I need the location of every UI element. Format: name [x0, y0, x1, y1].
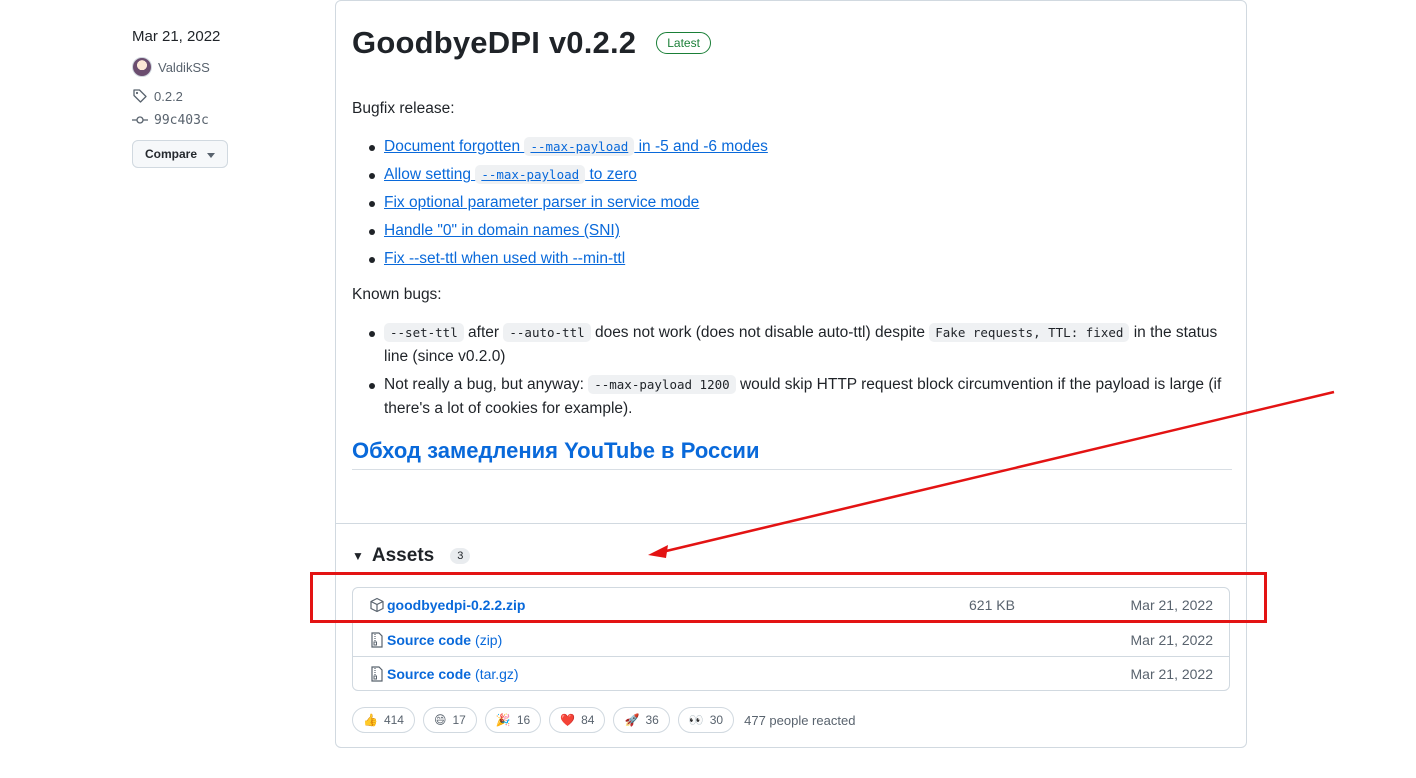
latest-badge: Latest — [656, 32, 711, 54]
asset-date: Mar 21, 2022 — [1130, 631, 1214, 648]
commit-row[interactable]: 99c403c — [132, 110, 312, 130]
bugfix-link[interactable]: Fix --set-ttl when used with --min-ttl — [384, 250, 625, 267]
divider — [336, 523, 1246, 524]
reaction-thumbs-up[interactable]: 👍 414 — [352, 707, 415, 733]
file-zip-icon — [369, 665, 385, 682]
rocket-icon: 🚀 — [624, 713, 640, 727]
reaction-eyes[interactable]: 👀 30 — [677, 707, 735, 733]
eyes-icon: 👀 — [688, 713, 704, 727]
inline-code: --set-ttl — [384, 323, 464, 342]
laugh-icon: 😄 — [433, 713, 447, 727]
commit-sha[interactable]: 99c403c — [154, 113, 209, 128]
heart-icon: ❤️ — [560, 713, 576, 727]
assets-title: Assets — [371, 545, 435, 566]
avatar[interactable] — [132, 57, 152, 77]
tada-icon: 🎉 — [495, 713, 511, 727]
release-card: GoodbyeDPI v0.2.2 Latest Bugfix release:… — [335, 0, 1247, 748]
author-row[interactable]: ValdikSS — [132, 57, 312, 77]
list-item: --set-ttl after --auto-ttl does not work… — [352, 321, 1232, 369]
reactions-bar: 👍 414 😄 17 🎉 16 ❤️ 84 🚀 36 👀 30 477 people rea… — [352, 707, 855, 733]
russian-link-heading[interactable]: Обход замедления YouTube в России — [352, 439, 1232, 470]
assets-count-badge: 3 — [450, 548, 471, 564]
reaction-laugh[interactable]: 😄 17 — [422, 707, 477, 733]
assets-toggle[interactable]: ▼ Assets 3 — [352, 545, 471, 567]
known-bugs-list: --set-ttl after --auto-ttl does not work… — [352, 321, 1232, 421]
known-bugs-title: Known bugs: — [352, 286, 442, 303]
author-name[interactable]: ValdikSS — [158, 60, 210, 75]
list-item: Document forgotten --max-payload in -5 a… — [352, 135, 1232, 159]
release-header: GoodbyeDPI v0.2.2 Latest — [352, 25, 711, 61]
tag-icon — [132, 88, 148, 104]
triangle-down-icon: ▼ — [352, 549, 364, 563]
highlight-box — [310, 572, 1267, 623]
release-title[interactable]: GoodbyeDPI v0.2.2 — [352, 25, 636, 61]
reactions-summary[interactable]: 477 people reacted — [744, 713, 855, 728]
release-date: Mar 21, 2022 — [132, 28, 221, 45]
reaction-heart[interactable]: ❤️ 84 — [549, 707, 606, 733]
compare-button[interactable]: Compare — [132, 140, 229, 168]
reaction-rocket[interactable]: 🚀 36 — [613, 707, 670, 733]
bugfix-link[interactable]: Document forgotten --max-payload in -5 a… — [384, 137, 768, 156]
compare-label: Compare — [145, 147, 198, 161]
list-item: Not really a bug, but anyway: --max-payl… — [352, 373, 1232, 421]
intro-text: Bugfix release: — [352, 100, 455, 117]
asset-date: Mar 21, 2022 — [1130, 665, 1214, 682]
list-item: Fix --set-ttl when used with --min-ttl — [352, 247, 1232, 271]
inline-code: --auto-ttl — [503, 323, 591, 342]
tag-name[interactable]: 0.2.2 — [154, 89, 183, 104]
list-item: Handle "0" in domain names (SNI) — [352, 219, 1232, 243]
asset-row[interactable]: Source code (tar.gz) Mar 21, 2022 — [353, 656, 1229, 690]
commit-icon — [132, 112, 148, 128]
bugfix-link[interactable]: Allow setting --max-payload to zero — [384, 165, 637, 184]
thumbs-up-icon: 👍 — [363, 713, 378, 727]
asset-link[interactable]: Source code (zip) — [387, 632, 502, 648]
inline-code: Fake requests, TTL: fixed — [929, 323, 1130, 342]
triangle-down-icon — [207, 147, 216, 161]
asset-row[interactable]: Source code (zip) Mar 21, 2022 — [353, 622, 1229, 656]
file-zip-icon — [369, 631, 385, 648]
inline-code: --max-payload 1200 — [588, 375, 736, 394]
tag-row[interactable]: 0.2.2 — [132, 86, 312, 106]
bugfix-link[interactable]: Fix optional parameter parser in service… — [384, 194, 699, 211]
bugfix-link[interactable]: Handle "0" in domain names (SNI) — [384, 222, 620, 239]
bugfix-list: Document forgotten --max-payload in -5 a… — [352, 135, 1232, 271]
list-item: Fix optional parameter parser in service… — [352, 191, 1232, 215]
reaction-hooray[interactable]: 🎉 16 — [484, 707, 542, 733]
release-meta: Mar 21, 2022 ValdikSS 0.2.2 99c403c Comp… — [132, 26, 312, 168]
asset-link[interactable]: Source code (tar.gz) — [387, 666, 519, 682]
release-notes: Bugfix release: Document forgotten --max… — [352, 97, 1232, 470]
list-item: Allow setting --max-payload to zero — [352, 163, 1232, 187]
